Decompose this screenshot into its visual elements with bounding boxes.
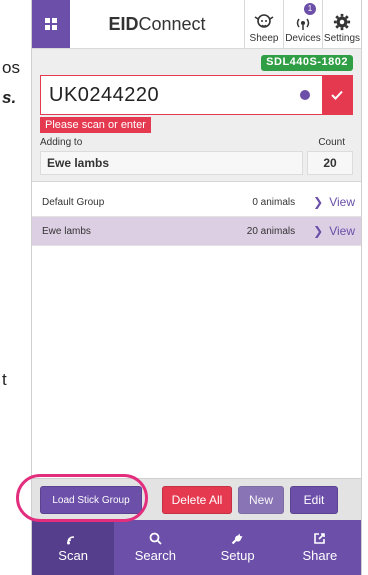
view-label: View: [329, 195, 355, 209]
nav-scan[interactable]: Scan: [32, 520, 115, 575]
share-icon: [314, 533, 326, 544]
nav-setup-label: Setup: [220, 548, 255, 563]
background-text-fragment: os: [2, 58, 20, 77]
grid-icon: [45, 18, 57, 30]
nav-share-label: Share: [302, 548, 338, 563]
view-link[interactable]: ❯ View: [313, 195, 355, 209]
app-title-rest: Connect: [138, 13, 206, 34]
sheep-button[interactable]: Sheep: [244, 0, 283, 48]
delete-all-button[interactable]: Delete All: [162, 486, 232, 514]
view-link[interactable]: ❯ View: [313, 224, 355, 238]
check-icon: [331, 90, 343, 100]
devices-badge: 1: [304, 3, 316, 15]
nav-search[interactable]: Search: [114, 520, 196, 575]
bottom-nav: Scan Search Setup Share: [32, 520, 361, 575]
eid-value[interactable]: UK0244220: [41, 76, 300, 114]
settings-label: Settings: [323, 33, 361, 44]
group-count: 0 animals: [252, 196, 296, 208]
sheep-label: Sheep: [249, 33, 279, 44]
group-list: Default Group 0 animals ❯ View Ewe lambs…: [32, 188, 361, 246]
nav-scan-label: Scan: [58, 547, 88, 563]
view-label: View: [329, 224, 355, 238]
settings-button[interactable]: Settings: [322, 0, 361, 48]
top-bar: EID Connect Sheep 1 Devices Settings: [32, 0, 361, 49]
wrench-icon: [231, 533, 243, 545]
count-label: Count: [318, 137, 345, 148]
chevron-right-icon: ❯: [313, 224, 324, 238]
eid-input[interactable]: UK0244220: [40, 75, 353, 115]
count-value: 20: [307, 151, 353, 175]
status-dot-icon: [300, 90, 310, 100]
scan-panel: SDL440S-1802 UK0244220 Please scan or en…: [32, 49, 361, 182]
background-text-fragment: s.: [2, 88, 17, 107]
group-name: Default Group: [42, 196, 105, 208]
search-icon: [149, 532, 162, 545]
group-row-selected[interactable]: Ewe lambs 20 animals ❯ View: [32, 217, 361, 246]
scan-icon: [67, 535, 75, 544]
group-count: 20 animals: [246, 225, 296, 237]
sheep-icon: [254, 14, 274, 28]
adding-to-label: Adding to: [40, 137, 83, 148]
background-text-fragment: t: [2, 370, 7, 389]
edit-button[interactable]: Edit: [290, 486, 338, 514]
error-message: Please scan or enter: [40, 117, 151, 133]
confirm-button[interactable]: [322, 76, 352, 114]
nav-share[interactable]: Share: [279, 520, 361, 575]
group-name: Ewe lambs: [42, 225, 91, 237]
gear-icon: [333, 13, 351, 31]
app-title-bold: EID: [108, 13, 139, 34]
devices-label: Devices: [285, 33, 321, 44]
group-row[interactable]: Default Group 0 animals ❯ View: [32, 188, 361, 217]
nav-search-label: Search: [134, 548, 176, 563]
reader-status-badge: SDL440S-1802: [261, 55, 353, 71]
devices-button[interactable]: 1 Devices: [283, 0, 322, 48]
devices-icon: [296, 18, 310, 30]
menu-button[interactable]: [32, 0, 70, 48]
target-group-field[interactable]: Ewe lambs: [40, 151, 303, 175]
nav-setup[interactable]: Setup: [197, 520, 279, 575]
annotation-highlight-ring: [16, 474, 148, 522]
chevron-right-icon: ❯: [313, 195, 324, 209]
new-button[interactable]: New: [238, 486, 284, 514]
app-title: EID Connect: [70, 0, 244, 48]
